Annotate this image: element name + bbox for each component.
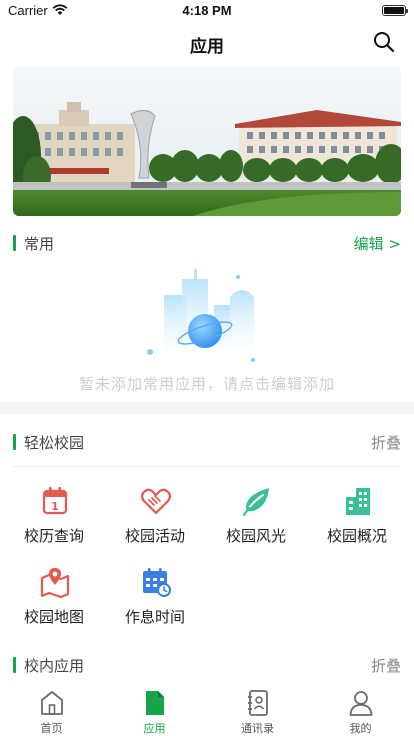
app-label: 校园概况 bbox=[326, 527, 387, 545]
tab-label: 我的 bbox=[349, 722, 372, 735]
calendar-icon: 1 bbox=[42, 487, 68, 515]
app-campus-overview[interactable]: 校园概况 bbox=[307, 485, 407, 555]
campus-title: 轻松校园 bbox=[24, 434, 85, 452]
tab-me[interactable]: 我的 bbox=[309, 686, 412, 736]
nav-bar: 应用 bbox=[0, 20, 414, 64]
app-campus-map[interactable]: 校园地图 bbox=[4, 566, 104, 636]
leaf-icon bbox=[242, 488, 269, 517]
status-time: 4:18 PM bbox=[182, 3, 232, 18]
app-calendar-query[interactable]: 1 校历查询 bbox=[4, 485, 104, 555]
app-campus-scenery[interactable]: 校园风光 bbox=[206, 485, 306, 555]
edit-favorites-button[interactable]: 编辑 > bbox=[354, 233, 401, 254]
app-label: 校历查询 bbox=[23, 527, 84, 545]
tab-bar: 首页 应用 通讯录 我的 bbox=[0, 686, 414, 736]
empty-state-illustration bbox=[147, 269, 255, 362]
app-label: 校园风光 bbox=[225, 527, 286, 545]
tab-label: 通讯录 bbox=[241, 722, 274, 735]
tab-label: 应用 bbox=[143, 722, 166, 735]
collapse-campus-button[interactable]: 折叠 bbox=[371, 432, 401, 453]
home-icon bbox=[41, 691, 63, 715]
favorites-title: 常用 bbox=[24, 235, 55, 253]
handshake-icon bbox=[140, 488, 172, 515]
status-bar: Carrier 4:18 PM bbox=[0, 0, 414, 20]
tab-contacts[interactable]: 通讯录 bbox=[206, 686, 309, 736]
page-title: 应用 bbox=[190, 37, 224, 57]
header-divider bbox=[13, 466, 401, 467]
svg-text:1: 1 bbox=[51, 500, 59, 513]
tab-home[interactable]: 首页 bbox=[0, 686, 103, 736]
tab-apps[interactable]: 应用 bbox=[103, 686, 206, 736]
campus-header: 轻松校园 折叠 bbox=[0, 430, 414, 454]
contacts-icon bbox=[248, 690, 268, 716]
section-marker bbox=[13, 434, 16, 450]
app-label: 作息时间 bbox=[124, 608, 185, 626]
internal-apps-header: 校内应用 折叠 bbox=[0, 653, 414, 677]
section-divider bbox=[0, 402, 414, 414]
section-marker bbox=[13, 657, 16, 673]
map-pin-icon bbox=[40, 568, 70, 598]
app-campus-activity[interactable]: 校园活动 bbox=[105, 485, 205, 555]
buildings-icon bbox=[346, 488, 370, 515]
campus-photo bbox=[13, 66, 401, 216]
favorites-header: 常用 编辑 > bbox=[0, 231, 414, 255]
app-schedule-time[interactable]: 作息时间 bbox=[105, 566, 205, 636]
schedule-icon bbox=[143, 568, 171, 597]
app-label: 校园活动 bbox=[124, 527, 185, 545]
collapse-internal-button[interactable]: 折叠 bbox=[371, 655, 401, 676]
empty-favorites-message: 暂未添加常用应用，请点击编辑添加 bbox=[78, 375, 335, 393]
campus-banner-image[interactable] bbox=[13, 66, 401, 216]
person-icon bbox=[349, 691, 373, 716]
search-icon[interactable] bbox=[372, 30, 396, 54]
app-label: 校园地图 bbox=[23, 608, 84, 626]
tab-label: 首页 bbox=[40, 722, 63, 735]
battery-icon bbox=[382, 5, 408, 16]
section-marker bbox=[13, 235, 16, 251]
internal-apps-title: 校内应用 bbox=[24, 657, 85, 675]
document-icon bbox=[146, 691, 164, 715]
